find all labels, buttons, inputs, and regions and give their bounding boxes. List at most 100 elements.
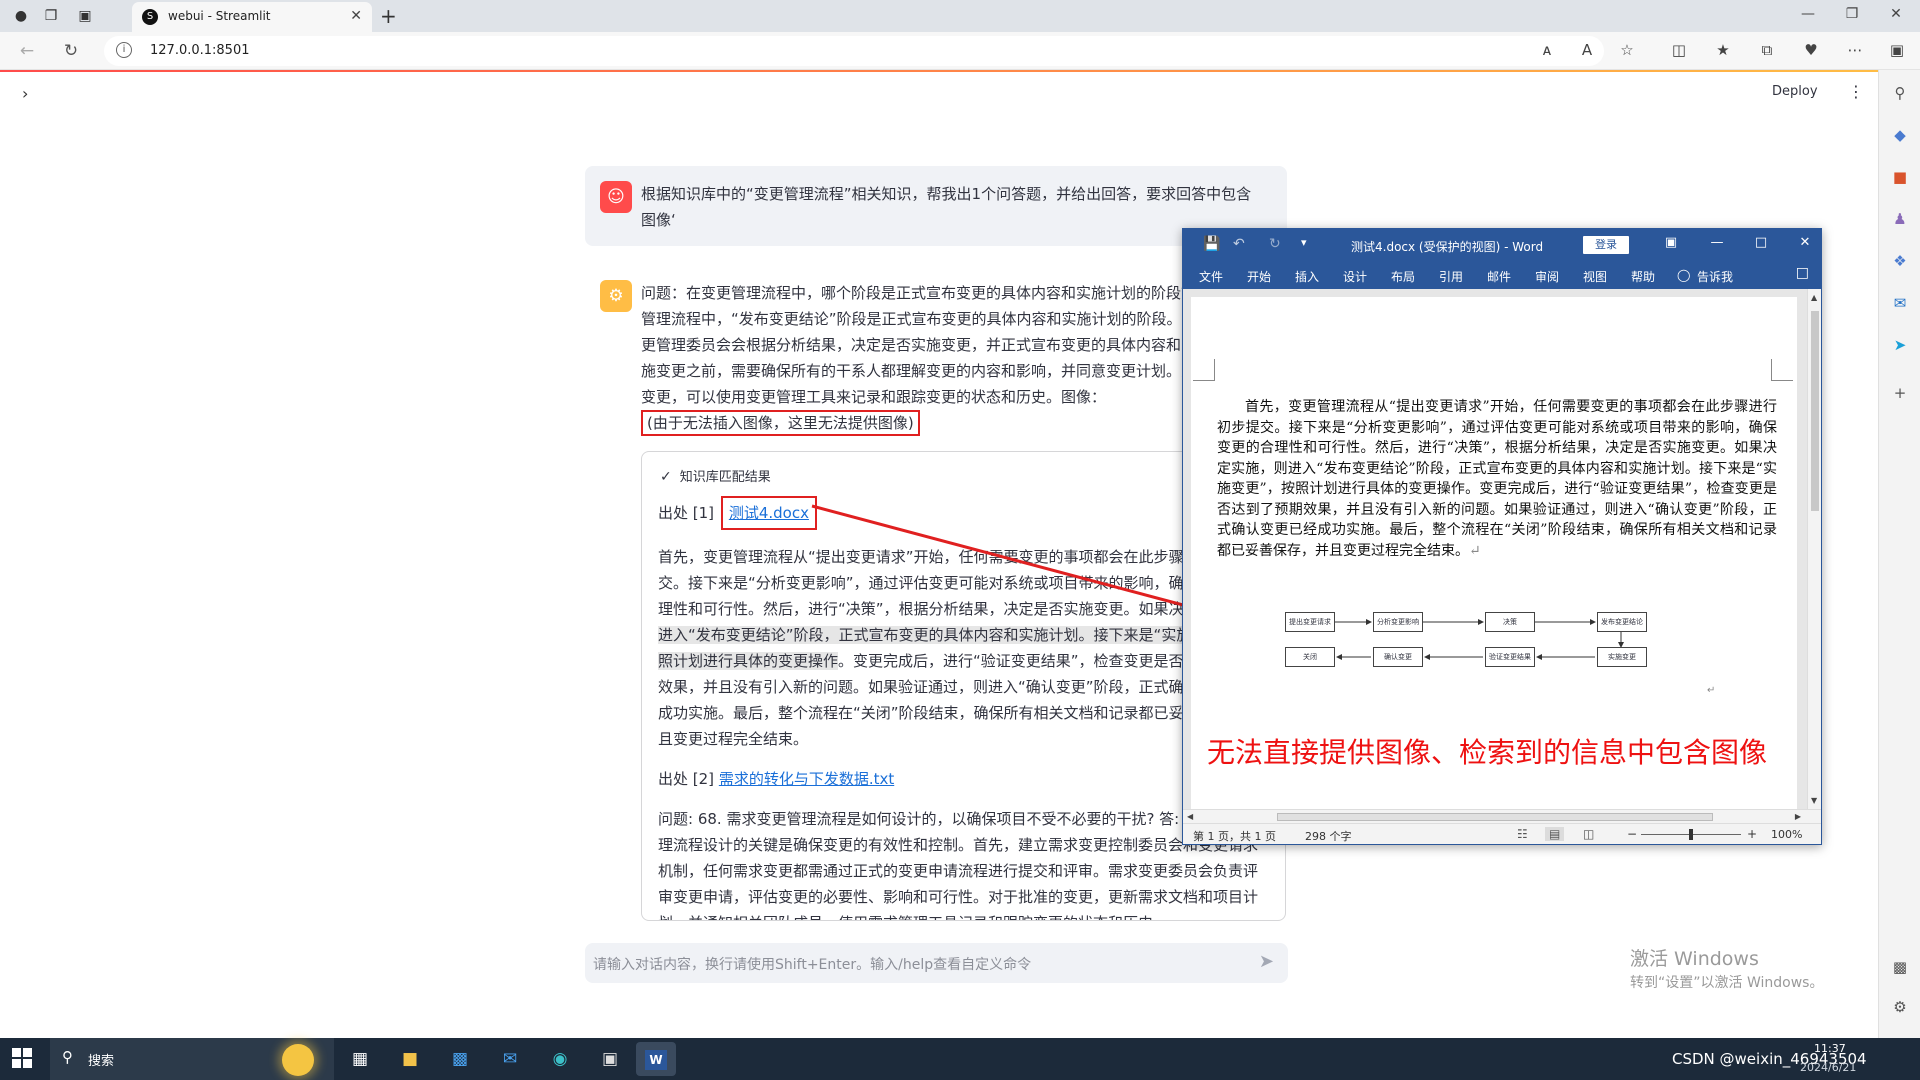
ribbon-tab-design[interactable]: 设计 xyxy=(1343,268,1367,285)
vertical-scroll-thumb[interactable] xyxy=(1811,311,1819,511)
source-1-line: 出处 [1] 测试4.docx xyxy=(658,496,1268,530)
back-icon[interactable]: ← xyxy=(16,41,38,61)
scroll-down-icon[interactable]: ▼ xyxy=(1811,796,1817,805)
ribbon-tab-home[interactable]: 开始 xyxy=(1247,268,1271,285)
redo-icon[interactable]: ↻ xyxy=(1269,236,1281,252)
microsoft-store-icon[interactable]: ▩ xyxy=(440,1042,480,1076)
vertical-scrollbar[interactable]: ▲ ▼ xyxy=(1807,289,1821,809)
ribbon-tab-mailings[interactable]: 邮件 xyxy=(1487,268,1511,285)
games-icon[interactable]: ♟ xyxy=(1889,208,1911,230)
ribbon-tab-help[interactable]: 帮助 xyxy=(1631,268,1655,285)
source-1-text-a: 首先，变更管理流程从“提出变更请求”开始，任何需要变更的事项都会在此步骤进行初步… xyxy=(658,548,1259,618)
ribbon-tab-review[interactable]: 审阅 xyxy=(1535,268,1559,285)
flowchart-node: 验证变更结果 xyxy=(1485,647,1535,667)
scroll-up-icon[interactable]: ▲ xyxy=(1811,293,1817,302)
split-screen-icon[interactable]: ◫ xyxy=(1668,41,1690,59)
tab-close-icon[interactable]: ✕ xyxy=(350,8,362,24)
new-tab-icon[interactable]: + xyxy=(380,4,397,28)
chat-input[interactable]: 请输入对话内容，换行请使用Shift+Enter。输入/help查看自定义命令 … xyxy=(585,943,1288,983)
office-icon[interactable]: ❖ xyxy=(1889,250,1911,272)
undo-icon[interactable]: ↶ xyxy=(1233,236,1245,252)
taskbar-search-label: 搜索 xyxy=(88,1054,115,1069)
task-view-icon[interactable]: ▦ xyxy=(340,1042,380,1076)
word-page[interactable]: 首先，变更管理流程从“提出变更请求”开始，任何需要变更的事项都会在此步骤进行初步… xyxy=(1191,297,1797,817)
save-icon[interactable]: 💾 xyxy=(1203,236,1220,252)
scroll-left-icon[interactable]: ◀ xyxy=(1187,812,1193,821)
streamlit-favicon-icon: S xyxy=(142,9,158,25)
settings-gear-icon[interactable]: ⚙ xyxy=(1889,996,1911,1018)
word-count[interactable]: 298 个字 xyxy=(1305,828,1352,844)
quick-access-menu-icon[interactable]: ▾ xyxy=(1301,236,1307,249)
more-menu-icon[interactable]: ⋯ xyxy=(1844,41,1866,59)
zoom-slider-thumb[interactable] xyxy=(1689,829,1693,840)
read-mode-icon[interactable]: ☷ xyxy=(1517,827,1528,841)
refresh-icon[interactable]: ↻ xyxy=(60,41,82,61)
ribbon-tab-layout[interactable]: 布局 xyxy=(1391,268,1415,285)
ribbon-tab-file[interactable]: 文件 xyxy=(1199,268,1223,285)
mail-icon[interactable]: ✉ xyxy=(490,1042,530,1076)
sidebar-toggle-icon[interactable]: ▣ xyxy=(1886,41,1908,59)
favorites-icon[interactable]: ★ xyxy=(1712,41,1734,59)
browser-essentials-icon[interactable]: ♥ xyxy=(1800,41,1822,59)
word-minimize-icon[interactable]: — xyxy=(1707,235,1727,250)
user-avatar-icon: ☺ xyxy=(600,181,632,213)
word-maximize-icon[interactable]: □ xyxy=(1751,235,1771,250)
page-count[interactable]: 第 1 页，共 1 页 xyxy=(1193,828,1276,844)
clock-time[interactable]: 11:37 xyxy=(1814,1042,1846,1055)
source-1-link[interactable]: 测试4.docx xyxy=(729,504,809,522)
ribbon-tab-references[interactable]: 引用 xyxy=(1439,268,1463,285)
favorite-star-icon[interactable]: ☆ xyxy=(1616,41,1638,59)
expand-sidebar-chevron-icon[interactable]: › xyxy=(22,84,28,103)
chat-input-placeholder: 请输入对话内容，换行请使用Shift+Enter。输入/help查看自定义命令 xyxy=(593,957,1032,973)
word-login-button[interactable]: 登录 xyxy=(1583,236,1629,254)
horizontal-scrollbar[interactable]: ◀ ▶ xyxy=(1183,809,1821,823)
main-menu-icon[interactable]: ⋮ xyxy=(1848,82,1864,101)
expander-header[interactable]: ✓ 知识库匹配结果 xyxy=(660,466,771,485)
tag-icon[interactable]: ◆ xyxy=(1889,124,1911,146)
terminal-icon[interactable]: ▣ xyxy=(590,1042,630,1076)
ribbon-tab-insert[interactable]: 插入 xyxy=(1295,268,1319,285)
horizontal-scroll-thumb[interactable] xyxy=(1277,813,1713,821)
web-layout-icon[interactable]: ◫ xyxy=(1583,827,1594,841)
zoom-in-icon[interactable]: + xyxy=(1747,827,1757,841)
comments-icon[interactable]: □ xyxy=(1796,265,1809,281)
source-2-link[interactable]: 需求的转化与下发数据.txt xyxy=(719,770,894,788)
word-window[interactable]: 💾 ↶ ↻ ▾ 测试4.docx (受保护的视图) - Word 登录 ▣ — … xyxy=(1182,228,1822,845)
clock-date[interactable]: 2024/6/21 xyxy=(1800,1061,1856,1074)
flowchart-node: 实施变更 xyxy=(1597,647,1647,667)
windows-start-icon[interactable] xyxy=(12,1048,32,1068)
ribbon-tab-view[interactable]: 视图 xyxy=(1583,268,1607,285)
edge-browser-icon[interactable]: ◉ xyxy=(540,1042,580,1076)
word-taskbar-icon[interactable]: W xyxy=(636,1042,676,1076)
collections-icon[interactable]: ⧉ xyxy=(1756,41,1778,59)
vertical-tabs-icon[interactable]: ▣ xyxy=(74,6,96,26)
ribbon-display-icon[interactable]: ▣ xyxy=(1661,235,1681,250)
browser-tab-active[interactable]: S webui - Streamlit ✕ xyxy=(132,2,372,32)
tools-icon[interactable]: ■ xyxy=(1889,166,1911,188)
close-window-icon[interactable]: ✕ xyxy=(1886,6,1906,22)
print-layout-icon[interactable]: ▤ xyxy=(1545,827,1565,841)
translate-icon[interactable]: ᴀ xyxy=(1536,41,1558,59)
deploy-button[interactable]: Deploy xyxy=(1772,84,1818,99)
profile-icon[interactable]: ● xyxy=(10,6,32,26)
minimize-window-icon[interactable]: — xyxy=(1798,6,1818,22)
read-aloud-icon[interactable]: A xyxy=(1576,41,1598,59)
workspaces-icon[interactable]: ❐ xyxy=(40,6,62,26)
send-icon[interactable]: ➤ xyxy=(1889,334,1911,356)
flowchart-node: 提出变更请求 xyxy=(1285,612,1335,632)
file-explorer-icon[interactable]: ■ xyxy=(390,1042,430,1076)
taskbar-search[interactable]: ⚲ 搜索 xyxy=(50,1038,334,1080)
send-icon[interactable]: ➤ xyxy=(1259,951,1274,972)
word-close-icon[interactable]: ✕ xyxy=(1795,235,1815,250)
tell-me-search[interactable]: 告诉我 xyxy=(1697,268,1733,285)
feedback-icon[interactable]: ▩ xyxy=(1889,956,1911,978)
zoom-out-icon[interactable]: − xyxy=(1627,827,1637,841)
add-sidebar-app-icon[interactable]: + xyxy=(1889,382,1911,404)
zoom-level[interactable]: 100% xyxy=(1771,828,1802,841)
restore-window-icon[interactable]: ❐ xyxy=(1842,6,1862,22)
url-field[interactable]: i 127.0.0.1:8501 xyxy=(104,36,1604,66)
site-info-icon[interactable]: i xyxy=(116,42,132,58)
outlook-icon[interactable]: ✉ xyxy=(1889,292,1911,314)
scroll-right-icon[interactable]: ▶ xyxy=(1795,812,1801,821)
search-icon[interactable]: ⚲ xyxy=(1889,82,1911,104)
